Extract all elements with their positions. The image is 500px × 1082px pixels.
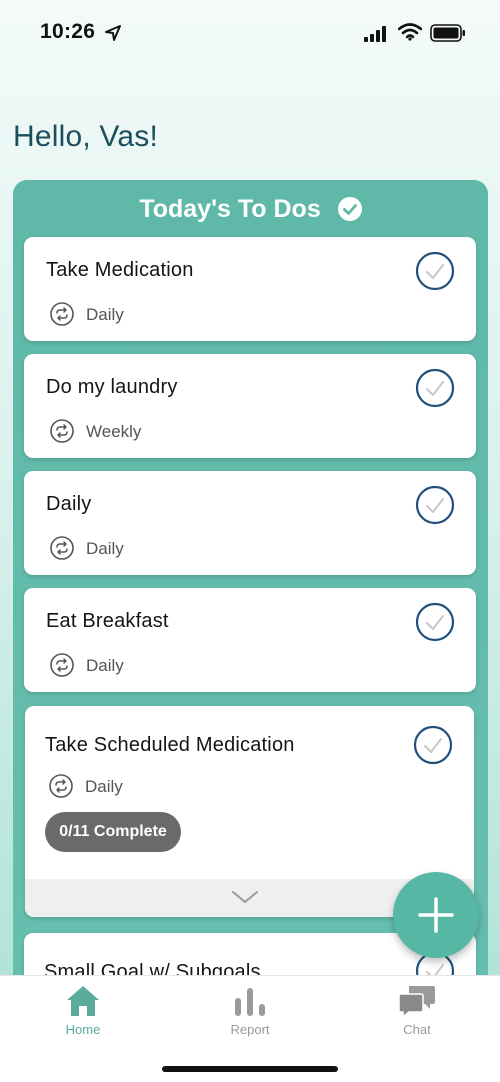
todo-card[interactable]: Eat Breakfast Daily <box>24 588 476 692</box>
plus-icon <box>418 897 454 933</box>
repeat-icon <box>50 419 74 443</box>
frequency-label: Daily <box>86 305 124 324</box>
frequency-label: Daily <box>86 539 124 558</box>
greeting-title: Hello, Vas! <box>13 120 159 153</box>
todo-title: Do my laundry <box>46 376 178 398</box>
frequency-label: Daily <box>85 777 123 796</box>
repeat-icon <box>50 536 74 560</box>
repeat-icon <box>50 302 74 326</box>
todo-card[interactable]: Do my laundry Weekly <box>24 354 476 458</box>
todo-title: Daily <box>46 493 92 515</box>
complete-checkbox-icon[interactable] <box>413 725 453 765</box>
battery-icon <box>430 24 465 42</box>
add-todo-button[interactable] <box>393 872 479 958</box>
complete-checkbox-icon[interactable] <box>415 251 455 291</box>
tab-report[interactable]: Report <box>200 984 300 1037</box>
tab-chat[interactable]: Chat <box>367 984 467 1037</box>
tab-chat-label: Chat <box>403 1022 431 1037</box>
status-bar: 10:26 <box>0 0 500 66</box>
location-arrow-icon <box>105 25 121 41</box>
todo-board: Today's To Dos Take Medication Daily Do … <box>13 180 488 990</box>
tab-home-label: Home <box>65 1022 101 1037</box>
status-time: 10:26 <box>40 20 96 43</box>
chevron-down-icon <box>232 891 258 903</box>
check-circle-icon <box>337 197 362 222</box>
signal-icon <box>364 26 386 42</box>
tab-report-label: Report <box>230 1022 270 1037</box>
progress-badge: 0/11 Complete <box>45 812 181 852</box>
home-indicator <box>162 1066 338 1072</box>
frequency-label: Weekly <box>86 422 142 441</box>
repeat-icon <box>50 653 74 677</box>
repeat-icon <box>49 774 73 798</box>
tab-home[interactable]: Home <box>33 984 133 1037</box>
complete-checkbox-icon[interactable] <box>415 485 455 525</box>
frequency-label: Daily <box>86 656 124 675</box>
board-title: Today's To Dos <box>139 194 321 223</box>
todo-card[interactable]: Daily Daily <box>24 471 476 575</box>
bar-chart-icon <box>235 988 265 1016</box>
complete-checkbox-icon[interactable] <box>415 602 455 642</box>
todo-title: Take Medication <box>46 259 194 281</box>
todo-title: Take Scheduled Medication <box>45 734 295 756</box>
todo-title: Eat Breakfast <box>46 610 169 632</box>
todo-card[interactable]: Take Medication Daily <box>24 237 476 341</box>
complete-checkbox-icon[interactable] <box>415 368 455 408</box>
chat-bubbles-icon <box>398 986 435 1018</box>
home-icon <box>67 986 99 1016</box>
board-header: Today's To Dos <box>13 194 488 224</box>
wifi-icon <box>398 23 422 41</box>
